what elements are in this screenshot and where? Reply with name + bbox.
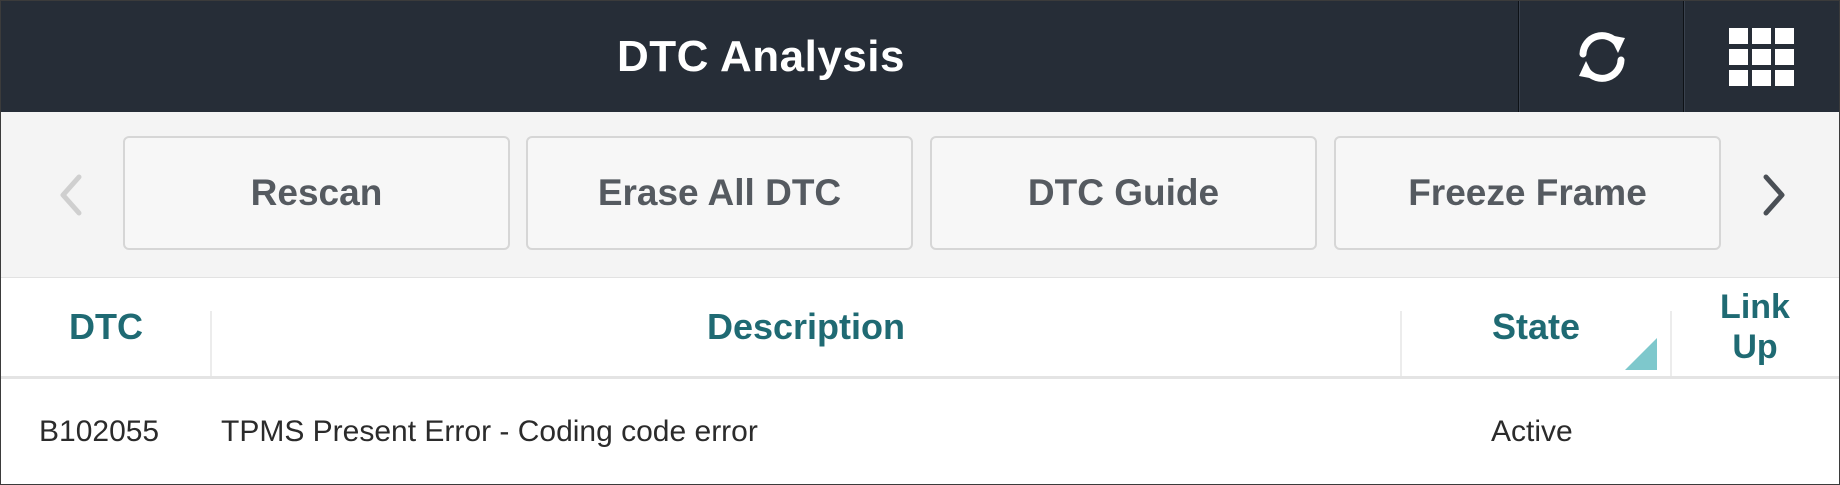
freeze-frame-button[interactable]: Freeze Frame [1334,136,1721,250]
rescan-button[interactable]: Rescan [123,136,510,250]
chevron-right-icon [1763,174,1785,216]
link-up-label-line1: Link [1720,288,1790,326]
apps-menu-button[interactable] [1683,1,1839,112]
column-header-dtc[interactable]: DTC [1,278,211,376]
grid-apps-icon [1729,27,1794,86]
table-row[interactable]: B102055 TPMS Present Error - Coding code… [1,379,1839,484]
sort-indicator-icon [1625,338,1657,370]
title-bar: DTC Analysis [1,1,1839,112]
refresh-button[interactable] [1518,1,1684,112]
page-title: DTC Analysis [616,32,905,81]
chevron-left-icon [60,174,82,216]
action-toolbar: Rescan Erase All DTC DTC Guide Freeze Fr… [1,112,1839,278]
toolbar-prev-button[interactable] [46,167,96,223]
dtc-code-cell: B102055 [39,415,160,448]
erase-all-dtc-button[interactable]: Erase All DTC [526,136,913,250]
description-cell: TPMS Present Error - Coding code error [221,415,758,448]
refresh-icon [1578,31,1625,82]
column-header-description[interactable]: Description [211,278,1401,376]
dtc-guide-button[interactable]: DTC Guide [930,136,1317,250]
table-header: DTC Description State Link Up [1,278,1839,379]
column-header-link-up[interactable]: Link Up [1671,278,1839,376]
dtc-analysis-screen: DTC Analysis Rescan Erase All DTC DTC Gu… [0,0,1840,485]
link-up-label-line2: Up [1732,328,1778,366]
state-cell: Active [1491,415,1573,448]
toolbar-next-button[interactable] [1749,167,1799,223]
column-header-state-label: State [1491,306,1581,347]
